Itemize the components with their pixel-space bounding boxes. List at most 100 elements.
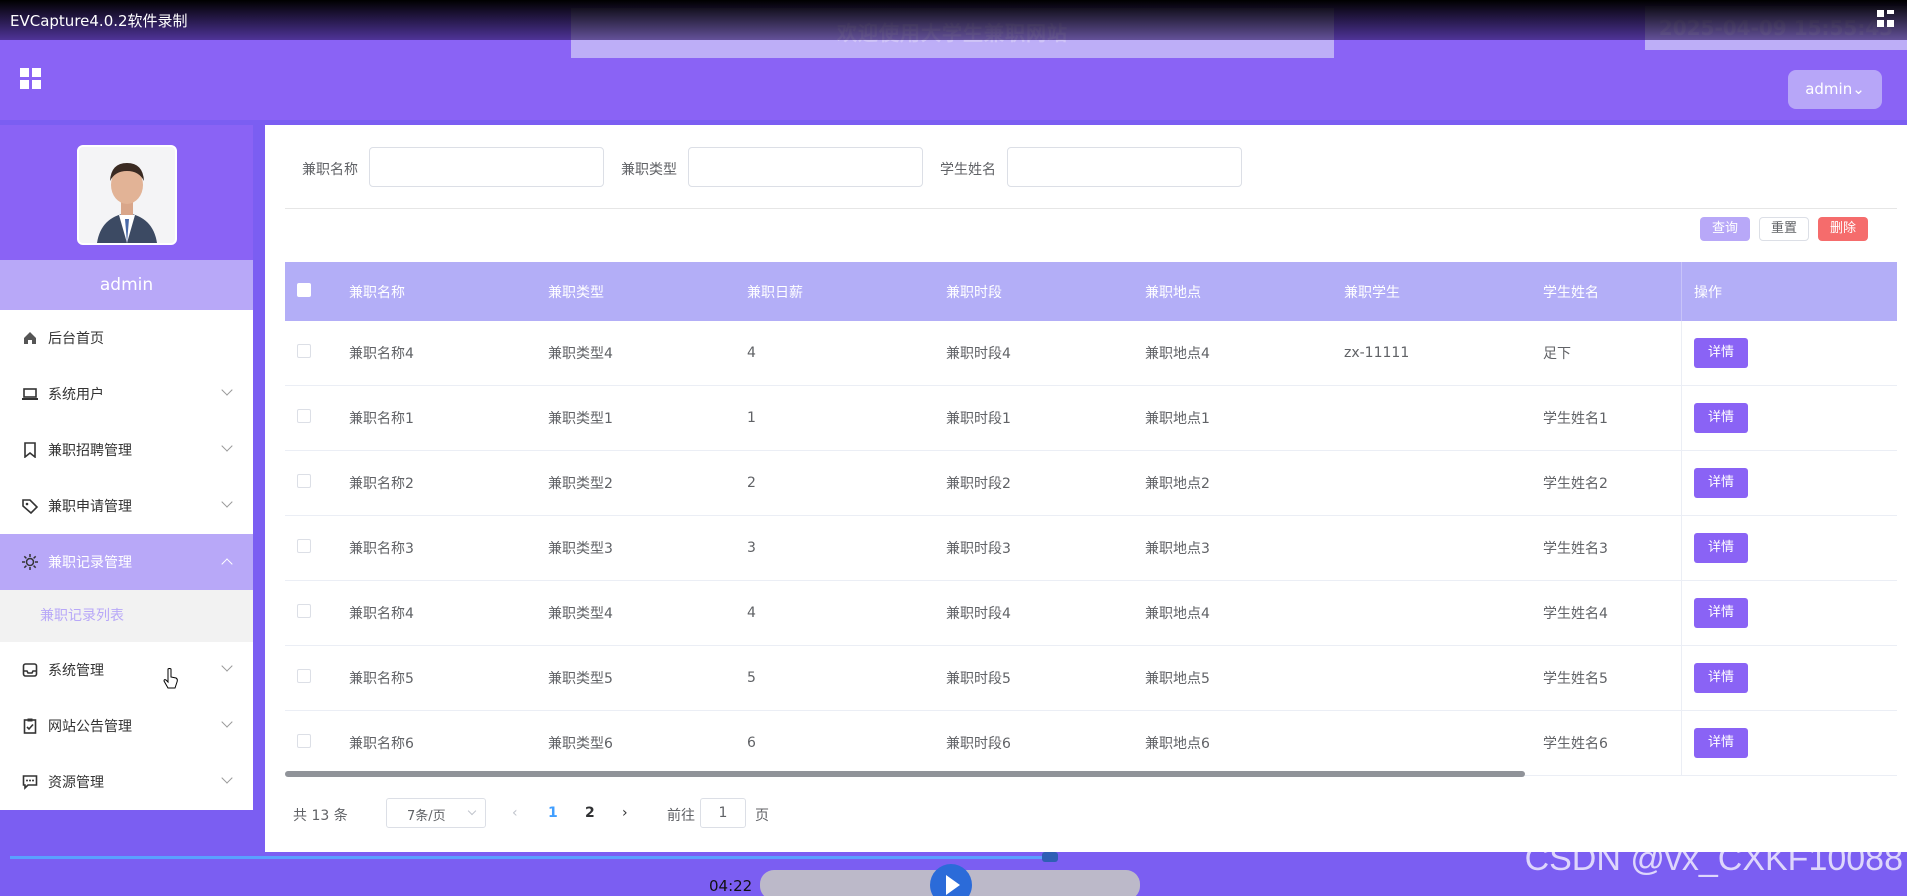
page-number-1[interactable]: 1 xyxy=(548,805,558,821)
table-row: 兼职名称2 兼职类型2 2 兼职时段2 兼职地点2 学生姓名2 详情 xyxy=(285,451,1897,516)
chevron-down-icon xyxy=(221,660,233,672)
column-header[interactable]: 兼职学生 xyxy=(1344,282,1543,302)
user-menu-button[interactable]: admin⌄ xyxy=(1788,70,1882,109)
sidebar-item-system-users[interactable]: 系统用户 xyxy=(0,366,253,422)
avatar xyxy=(77,145,177,245)
job-type-input[interactable] xyxy=(688,147,923,187)
table-cell: 兼职类型5 xyxy=(548,671,613,687)
table-cell: 兼职类型1 xyxy=(548,411,613,427)
submenu-item-job-record-list[interactable]: 兼职记录列表 xyxy=(0,590,253,642)
select-all-checkbox[interactable] xyxy=(297,282,311,297)
sidebar-item-resources[interactable]: 资源管理 xyxy=(0,754,253,810)
table-cell: 兼职时段2 xyxy=(946,476,1011,492)
chevron-down-icon xyxy=(221,496,233,508)
row-checkbox[interactable] xyxy=(297,669,311,683)
table-row: 兼职名称6 兼职类型6 6 兼职时段6 兼职地点6 学生姓名6 详情 xyxy=(285,711,1897,776)
page-size-select[interactable]: 7条/页 xyxy=(386,798,486,828)
table-header: 兼职名称 兼职类型 兼职日薪 兼职时段 兼职地点 兼职学生 学生姓名 操作 xyxy=(285,262,1897,321)
horizontal-scrollbar[interactable] xyxy=(285,771,1525,777)
column-header[interactable]: 兼职日薪 xyxy=(747,282,946,302)
job-name-input[interactable] xyxy=(369,147,604,187)
table-row: 兼职名称1 兼职类型1 1 兼职时段1 兼职地点1 学生姓名1 详情 xyxy=(285,386,1897,451)
recorder-layout-icon[interactable] xyxy=(1877,10,1895,28)
table-cell: 兼职地点2 xyxy=(1145,476,1210,492)
table-cell: 6 xyxy=(747,735,756,751)
detail-button[interactable]: 详情 xyxy=(1694,533,1748,563)
sidebar-item-job-record[interactable]: 兼职记录管理 xyxy=(0,534,253,590)
student-name-input[interactable] xyxy=(1007,147,1242,187)
table-row: 兼职名称3 兼职类型3 3 兼职时段3 兼职地点3 学生姓名3 详情 xyxy=(285,516,1897,581)
row-checkbox[interactable] xyxy=(297,474,311,488)
table-cell: 兼职地点5 xyxy=(1145,671,1210,687)
sidebar-item-label: 系统管理 xyxy=(48,663,104,679)
query-button[interactable]: 查询 xyxy=(1700,217,1750,241)
goto-page-input[interactable]: 1 xyxy=(700,798,746,828)
grid-menu-icon[interactable] xyxy=(20,68,42,90)
table-cell: 学生姓名2 xyxy=(1543,476,1608,492)
table-cell: zx-11111 xyxy=(1344,345,1410,361)
sidebar-item-job-recruit[interactable]: 兼职招聘管理 xyxy=(0,422,253,478)
column-header[interactable]: 学生姓名 xyxy=(1543,282,1681,302)
row-checkbox[interactable] xyxy=(297,409,311,423)
table-row: 兼职名称5 兼职类型5 5 兼职时段5 兼职地点5 学生姓名5 详情 xyxy=(285,646,1897,711)
student-name-label: 学生姓名 xyxy=(940,162,996,178)
sidebar-item-home[interactable]: 后台首页 xyxy=(0,310,253,366)
column-header[interactable]: 兼职类型 xyxy=(548,282,747,302)
delete-button[interactable]: 删除 xyxy=(1818,217,1868,241)
table-cell: 兼职名称4 xyxy=(349,606,414,622)
user-photo-icon xyxy=(79,147,175,243)
sidebar-item-system-manage[interactable]: 系统管理 xyxy=(0,642,253,698)
sidebar-item-label: 兼职申请管理 xyxy=(48,499,132,515)
sidebar-menu: 后台首页 系统用户 兼职招聘管理 兼职申请管理 兼职记录管理 兼职记录列表 系统… xyxy=(0,310,253,810)
table-cell: 学生姓名4 xyxy=(1543,606,1608,622)
video-timecode: 04:22 xyxy=(709,877,753,895)
row-checkbox[interactable] xyxy=(297,539,311,553)
video-progress-knob[interactable] xyxy=(1041,852,1058,862)
table-cell: 足下 xyxy=(1543,346,1571,362)
detail-button[interactable]: 详情 xyxy=(1694,728,1748,758)
row-checkbox[interactable] xyxy=(297,604,311,618)
watermark: CSDN @vx_CXKF10088 xyxy=(1524,840,1903,878)
sidebar-item-label: 系统用户 xyxy=(48,387,104,403)
search-form: 兼职名称 兼职类型 学生姓名 xyxy=(265,147,1907,187)
table-cell: 1 xyxy=(747,410,756,426)
row-checkbox[interactable] xyxy=(297,344,311,358)
sidebar-item-announcement[interactable]: 网站公告管理 xyxy=(0,698,253,754)
detail-button[interactable]: 详情 xyxy=(1694,663,1748,693)
page-number-2[interactable]: 2 xyxy=(585,805,595,821)
table-cell: 5 xyxy=(747,670,756,686)
table-row: 兼职名称4 兼职类型4 4 兼职时段4 兼职地点4 zx-11111 足下 详情 xyxy=(285,321,1897,386)
video-progress-bar[interactable] xyxy=(10,856,1050,859)
prev-page-button[interactable]: ‹ xyxy=(512,805,518,821)
home-icon xyxy=(24,332,36,344)
column-header[interactable]: 兼职时段 xyxy=(946,282,1145,302)
detail-button[interactable]: 详情 xyxy=(1694,598,1748,628)
table-cell: 兼职时段5 xyxy=(946,671,1011,687)
table-cell: 兼职类型3 xyxy=(548,541,613,557)
table-row: 兼职名称4 兼职类型4 4 兼职时段4 兼职地点4 学生姓名4 详情 xyxy=(285,581,1897,646)
reset-button[interactable]: 重置 xyxy=(1759,217,1809,241)
detail-button[interactable]: 详情 xyxy=(1694,338,1748,368)
table-cell: 兼职地点3 xyxy=(1145,541,1210,557)
table-cell: 兼职类型6 xyxy=(548,736,613,752)
sidebar-item-job-apply[interactable]: 兼职申请管理 xyxy=(0,478,253,534)
page-size-value: 7条/页 xyxy=(407,809,446,824)
table-cell: 学生姓名6 xyxy=(1543,736,1608,752)
column-header[interactable]: 兼职名称 xyxy=(349,282,548,302)
column-header[interactable]: 兼职地点 xyxy=(1145,282,1344,302)
sidebar-item-label: 后台首页 xyxy=(48,331,104,347)
goto-label: 前往 xyxy=(667,808,695,824)
next-page-button[interactable]: › xyxy=(622,805,628,821)
row-checkbox[interactable] xyxy=(297,734,311,748)
table-cell: 2 xyxy=(747,475,756,491)
table-cell: 兼职时段4 xyxy=(946,346,1011,362)
pagination: 共 13 条 7条/页 ‹ 1 2 › 前往 1 页 xyxy=(293,798,1193,828)
page-unit-label: 页 xyxy=(755,808,769,824)
hand-cursor-icon xyxy=(163,668,178,689)
sun-icon xyxy=(22,554,38,570)
chevron-down-icon xyxy=(221,384,233,396)
detail-button[interactable]: 详情 xyxy=(1694,468,1748,498)
detail-button[interactable]: 详情 xyxy=(1694,403,1748,433)
table-cell: 3 xyxy=(747,540,756,556)
divider xyxy=(285,208,1897,209)
